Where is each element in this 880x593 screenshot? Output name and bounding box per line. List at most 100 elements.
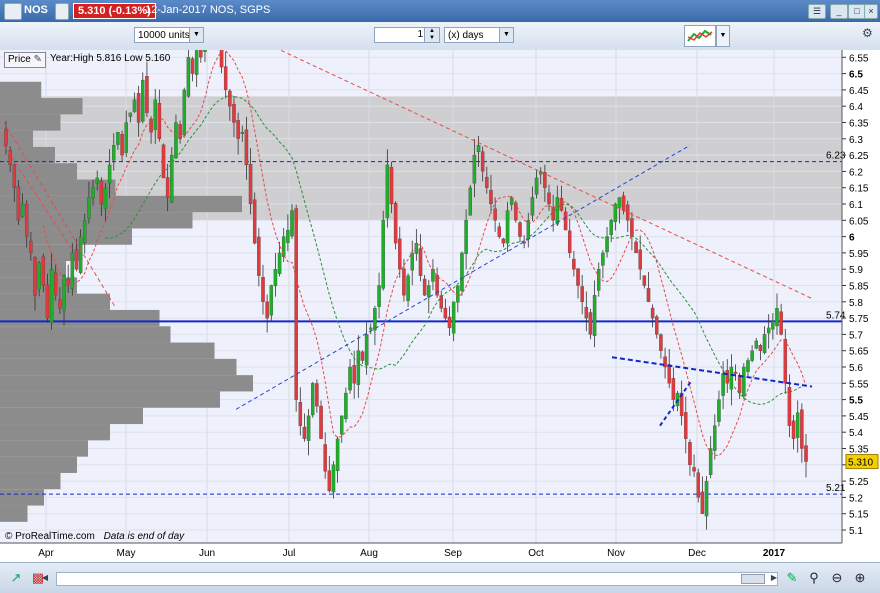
price-label: Price [8, 54, 31, 65]
x-tick-label: Jul [283, 548, 296, 559]
period-stepper[interactable]: 1 ▲ ▼ [374, 27, 440, 43]
candle-body [252, 199, 257, 244]
volume-profile-bar [0, 489, 44, 506]
stepper-arrows-icon[interactable]: ▲ ▼ [424, 28, 439, 42]
y-tick-label: 6 [849, 233, 855, 244]
minimize-icon[interactable]: _ [830, 4, 848, 19]
chevron-right-icon[interactable]: ▶ [766, 570, 782, 586]
candle-body [20, 203, 25, 217]
chart-icon[interactable] [4, 3, 22, 20]
candle-body [704, 480, 709, 517]
candle-body [120, 133, 124, 156]
candle-body [228, 90, 232, 107]
y-tick-label: 5.4 [849, 428, 863, 439]
candle-body [530, 197, 535, 216]
candle-body [95, 177, 99, 184]
x-tick-label: May [117, 548, 136, 559]
zoom-in-icon[interactable]: ⊕ [852, 570, 868, 586]
chevron-down-icon[interactable]: ▼ [499, 28, 513, 42]
candle-body [456, 285, 460, 303]
level-label: 6.23 [826, 151, 846, 162]
candle-body [783, 339, 788, 384]
y-tick-label: 5.55 [849, 379, 869, 390]
chevron-down-icon[interactable]: ▼ [189, 28, 203, 42]
candle-body [737, 374, 742, 394]
wrench-icon[interactable]: ✎ [34, 54, 42, 65]
x-tick-label: Sep [444, 548, 462, 559]
scrollbar-thumb[interactable] [741, 574, 765, 584]
candle-body [688, 442, 692, 465]
candle-body [555, 197, 560, 225]
period-unit-select[interactable]: (x) days ▼ [444, 27, 514, 43]
candle-body [696, 472, 700, 498]
candle-body [286, 229, 290, 243]
settings-icon[interactable]: ⚙ [862, 26, 876, 44]
candle-body [294, 208, 298, 400]
candle-body [331, 464, 336, 493]
maximize-icon[interactable]: ☰ [808, 4, 826, 19]
candle-body [638, 249, 642, 270]
candle-body [422, 278, 427, 296]
drawing-tools-icon[interactable]: ✎ [784, 570, 800, 586]
candle-body [659, 334, 663, 351]
candle-body [402, 268, 406, 296]
chevron-left-icon[interactable]: ◀ [40, 570, 50, 586]
zoom-fit-icon[interactable]: ⚲ [806, 570, 822, 586]
candle-body [534, 177, 539, 195]
window-titlebar: NOS 5.310 (-0.13%) 12-Jan-2017 NOS, SGPS… [0, 0, 880, 22]
y-tick-label: 5.1 [849, 526, 863, 537]
candle-body [99, 180, 104, 205]
period-unit-value: (x) days [448, 30, 484, 41]
y-tick-label: 6.4 [849, 102, 863, 113]
price-badge: 5.310 (-0.13%) [73, 3, 156, 19]
price-panel-label[interactable]: Price ✎ [4, 52, 46, 68]
candle-body [103, 187, 108, 209]
price-chart[interactable]: 6.235.745.21 5.15.155.25.255.35.355.45.4… [0, 21, 880, 562]
volume-profile-bar [0, 358, 237, 376]
candle-body [199, 50, 203, 58]
chevron-down-icon[interactable]: ▼ [716, 25, 730, 47]
candle-body [650, 307, 655, 319]
candle-body [398, 238, 402, 270]
close-icon[interactable]: × [864, 4, 878, 19]
candle-body [153, 99, 157, 130]
time-scrollbar[interactable] [56, 572, 778, 586]
candle-body [439, 295, 443, 309]
candle-body [24, 203, 29, 237]
candle-body [41, 256, 46, 286]
candle-body [157, 103, 162, 139]
candle-body [489, 190, 493, 205]
zoom-out-icon[interactable]: ⊖ [829, 570, 845, 586]
candle-body [306, 415, 311, 441]
candle-body [348, 366, 352, 391]
window-date-info: 12-Jan-2017 NOS, SGPS [145, 4, 271, 16]
units-select[interactable]: 10000 units ▼ [134, 27, 204, 43]
info-icon[interactable] [55, 3, 69, 20]
candle-body [236, 120, 240, 139]
volume-profile-bar [0, 163, 77, 180]
export-icon[interactable]: ↗ [8, 570, 24, 586]
candle-body [443, 307, 448, 319]
candle-body [37, 262, 41, 290]
candle-body [700, 491, 705, 514]
candle-body [468, 187, 472, 216]
candle-body [174, 122, 178, 159]
candle-body [493, 208, 497, 221]
candle-body [804, 445, 808, 462]
candle-body [232, 103, 236, 123]
candle-body [290, 210, 294, 237]
candle-body [58, 299, 62, 309]
volume-profile-bar [0, 424, 110, 441]
y-tick-label: 5.65 [849, 347, 869, 358]
chart-style-icon[interactable] [684, 25, 716, 47]
candle-body [750, 350, 754, 361]
x-tick-label: Nov [607, 548, 625, 559]
candle-body [617, 197, 622, 208]
candle-body [360, 351, 365, 361]
y-tick-label: 5.15 [849, 510, 869, 521]
candle-body [572, 258, 576, 270]
candle-body [447, 316, 452, 329]
candle-body [634, 241, 638, 254]
candle-body [327, 470, 332, 492]
candle-body [642, 275, 647, 286]
